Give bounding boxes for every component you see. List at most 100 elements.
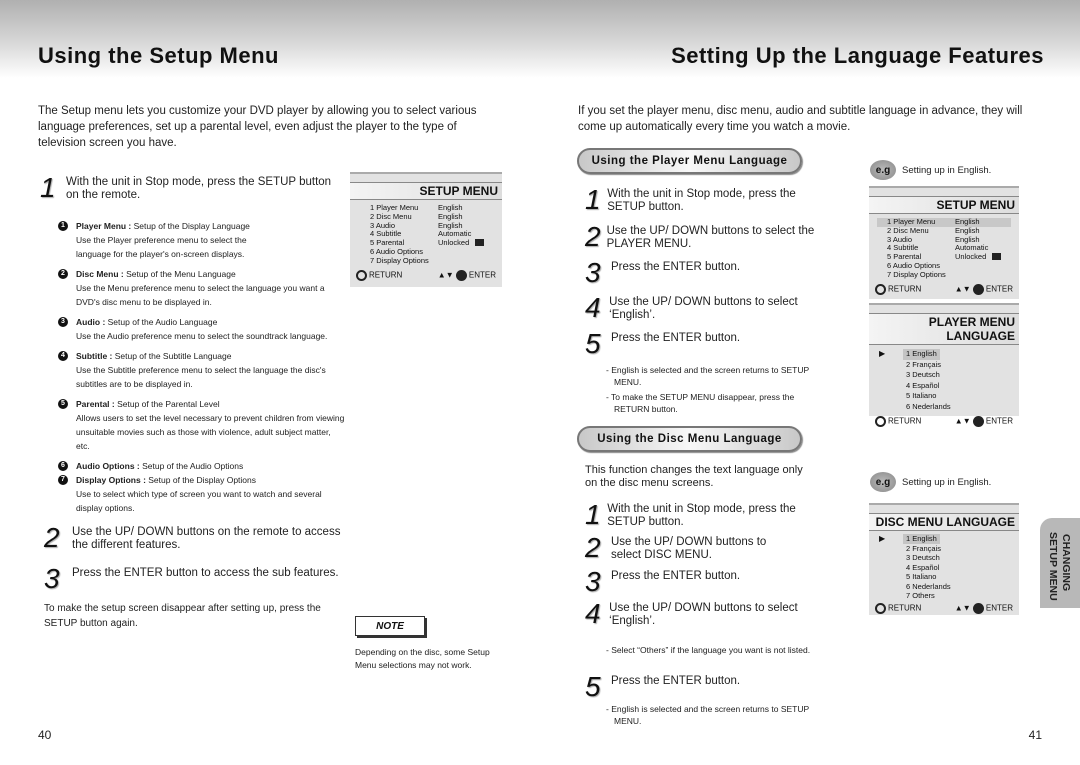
step-text: Press the ENTER button. <box>611 261 741 273</box>
step-text: With the unit in Stop mode, press the SE… <box>607 188 796 213</box>
feature-item: 1 Player Menu : Setup of the Display Lan… <box>58 219 348 261</box>
eg-disc: e.g Setting up in English. <box>870 472 991 492</box>
feature-name: Audio : <box>76 317 106 327</box>
feature-desc: Use the Audio preference menu to select … <box>76 331 328 341</box>
step-text: Press the ENTER button. <box>611 570 741 582</box>
step-number: 1 <box>585 184 601 215</box>
step-number: 1 <box>585 499 601 530</box>
feature-desc: Use the Player preference menu to select… <box>76 235 247 259</box>
left-step-1: 1 With the unit in Stop mode, press the … <box>40 174 340 202</box>
feature-desc: Use to select which type of screen you w… <box>76 489 322 513</box>
disc-note-4: - Select “Others” if the language you wa… <box>606 645 811 655</box>
step-text: Use the UP/ DOWN buttons to select ‘Engl… <box>609 602 798 627</box>
osd-row: 2 Français <box>906 543 942 553</box>
page-number-left: 40 <box>38 728 52 742</box>
osd-row: 3 Deutsch <box>906 553 940 562</box>
osd-row: 5 Italiano <box>906 391 937 400</box>
left-step-2: 2 Use the UP/ DOWN buttons on the remote… <box>44 524 344 552</box>
step-text: Press the ENTER button. <box>611 675 741 687</box>
page-title-left: Using the Setup Menu <box>38 43 279 68</box>
disc-step: 4 Use the UP/ DOWN buttons to select ‘Eng… <box>585 598 825 629</box>
player-note: - English is selected and the screen ret… <box>606 365 809 387</box>
feature-summary: Setup of the Display Language <box>131 221 250 231</box>
enter-icon <box>972 416 984 427</box>
left-step-3: 3 Press the ENTER button to access the s… <box>44 563 364 594</box>
osd-row: 4 Español <box>906 562 940 572</box>
return-icon <box>356 269 367 281</box>
up-down-icon: ▲▼ <box>437 270 454 280</box>
step-text: With the unit in Stop mode, press the SE… <box>607 503 796 528</box>
disc-intro: This function changes the text language … <box>585 464 803 489</box>
feature-number-icon: 3 <box>58 317 68 327</box>
return-icon <box>875 602 886 614</box>
step-text: Press the ENTER button to access the sub… <box>72 567 339 579</box>
osd-footer: RETURN ▲▼ ENTER <box>869 282 1019 299</box>
osd-row: 7 Display Options <box>887 269 946 279</box>
feature-summary: Setup of the Menu Language <box>123 269 236 279</box>
player-step: 5 Press the ENTER button. <box>585 328 825 359</box>
disc-step: 1 With the unit in Stop mode, press the S… <box>585 499 825 530</box>
note-text: Depending on the disc, some Setup Menu s… <box>355 647 490 670</box>
feature-summary: Setup of the Parental Level <box>114 399 220 409</box>
osd-rows: ▶ 1 English 2 Français 3 Deutsch 4 Españo… <box>869 531 1019 603</box>
step-number: 4 <box>585 598 601 629</box>
osd-footer: RETURN ▲▼ ENTER <box>350 268 502 285</box>
osd-row: 2 Français <box>906 359 942 369</box>
setup-menu-osd: SETUP MENU 1 Player Menu English 2 Disc M… <box>350 172 502 287</box>
disc-menu-language-osd: DISC MENU LANGUAGE ▶ 1 English 2 Français… <box>869 503 1019 615</box>
feature-item: 5 Parental : Setup of the Parental Level… <box>58 397 348 453</box>
feature-number-icon: 7 <box>58 475 68 485</box>
side-tab-line2: SETUP MENU <box>1047 532 1059 601</box>
feature-name: Subtitle : <box>76 351 113 361</box>
enter-icon <box>972 602 984 614</box>
player-menu-language-osd: PLAYER MENU LANGUAGE ▶ 1 English 2 França… <box>869 303 1019 427</box>
feature-number-icon: 2 <box>58 269 68 279</box>
eg-text: Setting up in English. <box>902 476 992 488</box>
osd-rows: ▶ 1 English 2 Français 3 Deutsch 4 Españo… <box>869 345 1019 414</box>
feature-summary: Setup of the Subtitle Language <box>112 351 232 361</box>
step-number: 3 <box>585 257 601 288</box>
disc-step: 3 Press the ENTER button. <box>585 566 825 597</box>
up-down-icon: ▲▼ <box>954 603 971 613</box>
osd-rows: 1 Player Menu English 2 Disc Menu English … <box>869 214 1019 282</box>
step-number: 2 <box>585 221 601 252</box>
step-number: 5 <box>585 671 601 702</box>
osd-row: 6 Nederlands <box>906 401 951 411</box>
feature-number-icon: 5 <box>58 399 68 409</box>
osd-row: 4 Español <box>906 380 940 390</box>
up-down-icon: ▲▼ <box>954 284 971 294</box>
up-down-icon: ▲▼ <box>954 416 971 426</box>
feature-name: Parental : <box>76 399 115 409</box>
note-label: NOTE <box>355 616 425 636</box>
feature-name: Disc Menu : <box>76 269 124 279</box>
feature-name: Player Menu : <box>76 221 132 231</box>
intro-left: The Setup menu lets you customize your D… <box>38 105 477 149</box>
step-number: 3 <box>44 563 60 594</box>
feature-item: 7 Display Options : Setup of the Display… <box>58 473 348 515</box>
feature-item: 6 Audio Options : Setup of the Audio Opt… <box>58 459 348 473</box>
feature-summary: Setup of the Display Options <box>145 475 256 485</box>
step-number: 5 <box>585 328 601 359</box>
feature-number-icon: 1 <box>58 221 68 231</box>
osd-title: SETUP MENU <box>869 196 1019 214</box>
osd-row-selected: ▶ 1 English <box>879 349 1011 360</box>
player-step: 1 With the unit in Stop mode, press the S… <box>585 184 825 215</box>
feature-item: 4 Subtitle : Setup of the Subtitle Langu… <box>58 349 348 391</box>
page-number-right: 41 <box>1028 728 1042 742</box>
disc-step: 2 Use the UP/ DOWN buttons to select DISC… <box>585 534 825 562</box>
disc-note-5: - English is selected and the screen ret… <box>606 704 809 726</box>
feature-name: Audio Options : <box>76 461 140 471</box>
feature-item: 3 Audio : Setup of the Audio Language Use… <box>58 315 348 343</box>
step-text: Use the UP/ DOWN buttons to select DISC … <box>611 536 767 561</box>
feature-desc: Use the Menu preference menu to select t… <box>76 283 325 307</box>
page-title-right: Setting Up the Language Features <box>671 43 1044 68</box>
feature-desc: Use the Subtitle preference menu to sele… <box>76 365 326 389</box>
eg-badge-icon: e.g <box>870 160 896 180</box>
feature-number-icon: 6 <box>58 461 68 471</box>
feature-summary: Setup of the Audio Options <box>139 461 244 471</box>
step-number: 3 <box>585 566 601 597</box>
player-menu-language-heading: Using the Player Menu Language <box>577 148 802 174</box>
player-step: 2 Use the UP/ DOWN buttons to select the … <box>585 221 825 252</box>
osd-row: 3 Deutsch <box>906 370 940 379</box>
disc-step: 5 Press the ENTER button. <box>585 671 825 702</box>
